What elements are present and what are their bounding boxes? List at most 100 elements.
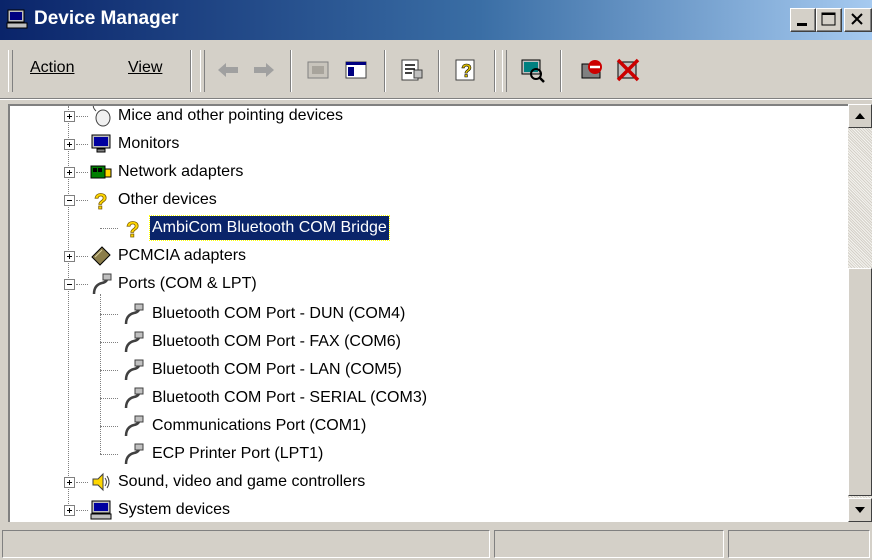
- tree-item-port-serial[interactable]: Bluetooth COM Port - SERIAL (COM3): [10, 384, 848, 412]
- tree-connector-line: [100, 398, 118, 399]
- minimize-button[interactable]: [790, 8, 816, 32]
- forward-arrow-icon[interactable]: [250, 56, 278, 84]
- tree-item-label: Communications Port (COM1): [152, 417, 367, 434]
- properties-icon[interactable]: [398, 56, 426, 84]
- menu-action[interactable]: Action: [30, 59, 74, 77]
- tree-item-pcmcia-adapters[interactable]: PCMCIA adapters: [10, 242, 848, 270]
- tree-connector-line: [76, 200, 88, 201]
- tree-item-other-devices[interactable]: ? Other devices: [10, 186, 848, 214]
- tree-item-label: Sound, video and game controllers: [118, 473, 366, 490]
- window-title: Device Manager: [34, 8, 179, 29]
- tree-item-label: Bluetooth COM Port - DUN (COM4): [152, 305, 406, 322]
- show-hide-tree-icon[interactable]: [342, 56, 370, 84]
- question-mark-icon: ?: [126, 217, 140, 239]
- tree-item-label: Network adapters: [118, 163, 244, 180]
- toolbar-grip[interactable]: [200, 50, 205, 92]
- expand-toggle[interactable]: [64, 251, 75, 262]
- network-adapter-icon: [90, 165, 112, 179]
- device-tree[interactable]: Mice and other pointing devices Monitors…: [8, 104, 848, 522]
- close-icon: [851, 13, 863, 25]
- close-button[interactable]: [844, 8, 872, 32]
- expand-toggle[interactable]: [64, 477, 75, 488]
- tree-connector-line: [76, 172, 88, 173]
- tree-connector-line: [76, 256, 88, 257]
- maximize-button[interactable]: [816, 8, 842, 32]
- tree-item-label: ECP Printer Port (LPT1): [152, 445, 324, 462]
- arrow-down-icon: [855, 507, 865, 513]
- tree-item-monitors[interactable]: Monitors: [10, 130, 848, 158]
- tree-item-label: Other devices: [118, 191, 217, 208]
- tree-connector-line: [76, 144, 88, 145]
- tree-item-label: Bluetooth COM Port - FAX (COM6): [152, 333, 401, 350]
- tree-item-port-fax[interactable]: Bluetooth COM Port - FAX (COM6): [10, 328, 848, 356]
- tree-item-port-lpt1[interactable]: ECP Printer Port (LPT1): [10, 440, 848, 468]
- tree-connector-line: [100, 342, 118, 343]
- scrollbar-thumb[interactable]: [848, 268, 872, 496]
- menu-view-label: View: [128, 59, 163, 76]
- toolbar-separator: [384, 50, 386, 92]
- tree-item-port-lan[interactable]: Bluetooth COM Port - LAN (COM5): [10, 356, 848, 384]
- toolbar-separator: [560, 50, 562, 92]
- tree-item-ambicom-bridge[interactable]: ? AmbiCom Bluetooth COM Bridge: [10, 214, 848, 242]
- toolbar-grip[interactable]: [8, 50, 13, 92]
- expand-toggle[interactable]: [64, 111, 75, 122]
- maximize-icon: [821, 12, 836, 26]
- port-connector-icon: [124, 303, 144, 325]
- scan-hardware-icon[interactable]: [518, 56, 546, 84]
- tree-item-label: PCMCIA adapters: [118, 247, 247, 264]
- vertical-scrollbar[interactable]: [848, 104, 872, 522]
- disable-device-icon[interactable]: [578, 56, 606, 84]
- svg-text:?: ?: [126, 217, 139, 239]
- collapse-toggle[interactable]: [64, 195, 75, 206]
- tree-item-label: Bluetooth COM Port - SERIAL (COM3): [152, 389, 428, 406]
- title-bar[interactable]: Device Manager: [0, 0, 872, 40]
- menu-action-label: Action: [30, 59, 75, 76]
- port-connector-icon: [124, 331, 144, 353]
- svg-text:?: ?: [461, 61, 472, 81]
- tree-connector-line: [76, 482, 88, 483]
- menu-view[interactable]: View: [128, 59, 162, 77]
- tree-item-port-com1[interactable]: Communications Port (COM1): [10, 412, 848, 440]
- tree-item-label: Mice and other pointing devices: [118, 107, 344, 124]
- port-connector-icon: [124, 415, 144, 437]
- svg-text:?: ?: [94, 189, 107, 211]
- port-connector-icon: [92, 273, 112, 295]
- minimize-icon: [797, 23, 807, 26]
- toolbar-grip[interactable]: [502, 50, 507, 92]
- scroll-up-button[interactable]: [848, 104, 872, 128]
- back-arrow-icon[interactable]: [214, 56, 242, 84]
- status-pane: [494, 530, 724, 558]
- tree-item-ports[interactable]: Ports (COM & LPT): [10, 270, 848, 298]
- mouse-icon: [92, 106, 111, 127]
- tree-item-mice[interactable]: Mice and other pointing devices: [10, 106, 848, 130]
- expand-toggle[interactable]: [64, 505, 75, 516]
- tree-connector-line: [100, 454, 118, 455]
- toolbar-separator: [290, 50, 292, 92]
- toolbar: Action View ?: [0, 44, 872, 99]
- uninstall-device-icon[interactable]: [614, 56, 642, 84]
- speaker-icon: [92, 472, 110, 492]
- tree-item-system-devices[interactable]: System devices: [10, 496, 848, 522]
- tree-item-label: Bluetooth COM Port - LAN (COM5): [152, 361, 402, 378]
- tree-item-sound-video[interactable]: Sound, video and game controllers: [10, 468, 848, 496]
- monitor-icon: [91, 134, 111, 153]
- tree-connector-line: [100, 426, 118, 427]
- status-pane: [728, 530, 870, 558]
- expand-toggle[interactable]: [64, 167, 75, 178]
- tree-connector-line: [100, 228, 118, 229]
- tree-item-network-adapters[interactable]: Network adapters: [10, 158, 848, 186]
- help-icon[interactable]: ?: [452, 56, 480, 84]
- status-pane: [2, 530, 490, 558]
- port-connector-icon: [124, 443, 144, 465]
- question-mark-icon: ?: [94, 189, 108, 211]
- collapse-toggle[interactable]: [64, 279, 75, 290]
- port-connector-icon: [124, 387, 144, 409]
- up-folder-icon[interactable]: [304, 56, 332, 84]
- tree-item-port-dun[interactable]: Bluetooth COM Port - DUN (COM4): [10, 300, 848, 328]
- tree-connector-line: [100, 370, 118, 371]
- tree-connector-line: [76, 510, 88, 511]
- pcmcia-card-icon: [91, 246, 111, 266]
- toolbar-separator: [190, 50, 192, 92]
- scroll-down-button[interactable]: [848, 498, 872, 522]
- expand-toggle[interactable]: [64, 139, 75, 150]
